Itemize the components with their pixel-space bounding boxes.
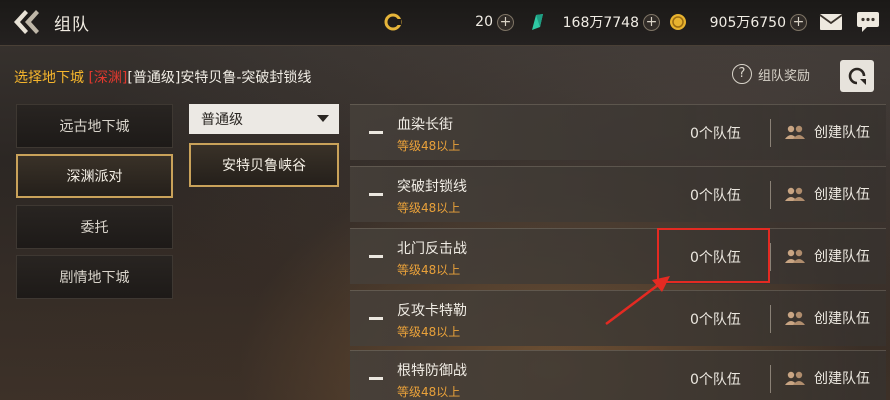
team-reward-button[interactable]: ? 组队奖励 [732, 64, 810, 84]
create-team-button[interactable]: 创建队伍 [784, 122, 870, 142]
collapse-dash-icon [369, 317, 383, 320]
nav-abyss-party[interactable]: 深渊派对 [16, 154, 173, 198]
create-team-button[interactable]: 创建队伍 [784, 308, 870, 328]
gold-coin-icon [668, 12, 688, 32]
dungeon-name: 突破封锁线 [397, 179, 467, 195]
level-requirement: 等级48以上 [397, 385, 461, 399]
people-icon [784, 124, 806, 140]
currency-gold: 905万6750 + [668, 10, 807, 34]
back-button[interactable] [6, 5, 46, 39]
gold-coin-c-icon [383, 12, 403, 32]
team-count: 0个队伍 [690, 372, 741, 388]
green-gem-icon [527, 12, 547, 32]
question-icon: ? [732, 64, 752, 84]
create-team-label: 创建队伍 [814, 187, 870, 203]
divider [770, 119, 771, 147]
people-icon [784, 310, 806, 326]
currency-value: 168万7748 [562, 15, 639, 31]
dungeon-row[interactable]: 血染长街 等级48以上 0个队伍 创建队伍 [350, 104, 886, 160]
add-currency-button[interactable]: + [643, 13, 660, 31]
dungeon-name: 北门反击战 [397, 241, 467, 257]
create-team-label: 创建队伍 [814, 249, 870, 265]
refresh-button[interactable] [840, 60, 874, 92]
currency-value: 20 [475, 14, 493, 30]
currency-value: 905万6750 [709, 15, 786, 31]
chevron-down-icon [317, 115, 329, 122]
people-icon [784, 370, 806, 386]
dungeon-name: 血染长街 [397, 117, 453, 133]
team-reward-label: 组队奖励 [758, 68, 811, 84]
dungeon-name: 根特防御战 [397, 363, 467, 379]
team-count: 0个队伍 [690, 126, 741, 142]
divider [770, 365, 771, 393]
level-requirement: 等级48以上 [397, 201, 461, 215]
top-bar: 组队 20 + 168万7748 + 905万6750 + [0, 0, 890, 46]
add-currency-button[interactable]: + [790, 13, 807, 31]
divider [770, 305, 771, 333]
mail-button[interactable] [818, 10, 844, 34]
create-team-button[interactable]: 创建队伍 [784, 368, 870, 388]
annotation-arrow-icon [605, 276, 670, 325]
select-dungeon-label: 选择地下城 [14, 70, 84, 86]
people-icon [784, 248, 806, 264]
nav-commission[interactable]: 委托 [16, 205, 173, 249]
create-team-label: 创建队伍 [814, 125, 870, 141]
collapse-dash-icon [369, 377, 383, 380]
level-requirement: 等级48以上 [397, 139, 461, 153]
divider [770, 181, 771, 209]
nav-ancient-dungeon[interactable]: 远古地下城 [16, 104, 173, 148]
nav-story-dungeon[interactable]: 剧情地下城 [16, 255, 173, 299]
page-title: 组队 [54, 15, 90, 35]
collapse-dash-icon [369, 193, 383, 196]
region-item[interactable]: 安特贝鲁峡谷 [189, 143, 339, 187]
chat-button[interactable] [855, 10, 881, 34]
create-team-label: 创建队伍 [814, 311, 870, 327]
currency-coupon: 20 + [383, 10, 514, 34]
difficulty-selected: 普通级 [201, 112, 243, 128]
collapse-dash-icon [369, 131, 383, 134]
category-tag: [深渊] [88, 70, 128, 86]
dungeon-detail: [普通级]安特贝鲁-突破封锁线 [127, 70, 312, 86]
create-team-button[interactable]: 创建队伍 [784, 246, 870, 266]
level-requirement: 等级48以上 [397, 263, 461, 277]
collapse-dash-icon [369, 255, 383, 258]
create-team-button[interactable]: 创建队伍 [784, 184, 870, 204]
currency-gem: 168万7748 + [527, 10, 660, 34]
chat-icon [857, 12, 879, 32]
difficulty-dropdown[interactable]: 普通级 [189, 104, 339, 134]
refresh-icon [848, 67, 866, 85]
dungeon-row[interactable]: 根特防御战 等级48以上 0个队伍 创建队伍 [350, 350, 886, 400]
back-arrow-icon [14, 10, 39, 34]
create-team-label: 创建队伍 [814, 371, 870, 387]
dungeon-name: 反攻卡特勒 [397, 303, 467, 319]
divider [770, 243, 771, 271]
people-icon [784, 186, 806, 202]
level-requirement: 等级48以上 [397, 325, 461, 339]
mail-icon [819, 14, 843, 30]
add-currency-button[interactable]: + [497, 13, 514, 31]
selected-dungeon-path: 选择地下城 [深渊][普通级]安特贝鲁-突破封锁线 [14, 67, 311, 87]
team-count: 0个队伍 [690, 312, 741, 328]
dungeon-row[interactable]: 突破封锁线 等级48以上 0个队伍 创建队伍 [350, 166, 886, 222]
team-count: 0个队伍 [690, 188, 741, 204]
